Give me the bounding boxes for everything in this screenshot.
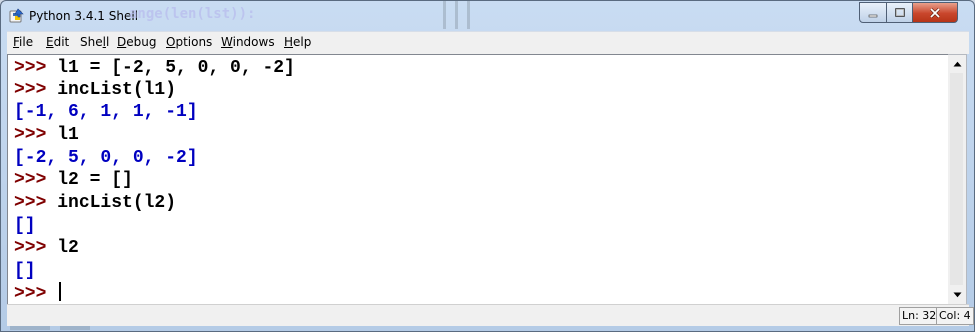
line-number-indicator: Ln: 32 [899, 307, 940, 325]
background-window-fragment [443, 1, 470, 29]
shell-text-area[interactable]: >>> l1 = [-2, 5, 0, 0, -2] >>> incList(l… [7, 54, 949, 305]
background-window-fragment [10, 326, 90, 330]
shell-output-line: [] [14, 261, 36, 281]
minimize-button[interactable] [859, 2, 887, 23]
shell-output-line: [-2, 5, 0, 0, -2] [14, 148, 198, 168]
close-icon [929, 7, 941, 18]
down-arrow-icon [953, 292, 961, 297]
prompt: >>> [14, 284, 58, 304]
status-bar: Ln: 32 Col: 4 [7, 304, 974, 326]
shell-line: >>> l2 = [] [14, 169, 133, 191]
shell-line: >>> incList(l2) [14, 192, 176, 214]
scrollbar-track[interactable] [950, 73, 963, 285]
text-cursor [59, 282, 62, 301]
menu-help[interactable]: Help [284, 35, 311, 49]
shell-line: >>> incList(l1) [14, 79, 176, 101]
command-text: l1 [57, 125, 79, 145]
shell-input-line[interactable]: >>> [14, 282, 62, 304]
prompt: >>> [14, 238, 58, 258]
minimize-icon [868, 14, 878, 17]
prompt: >>> [14, 170, 58, 190]
menu-edit[interactable]: Edit [46, 35, 69, 49]
command-text: incList(l1) [57, 80, 177, 100]
vertical-scrollbar[interactable] [948, 54, 967, 305]
scroll-down-button[interactable] [948, 286, 966, 303]
title-bar[interactable]: Python 3.4.1 Shell ange(len(lst)): [1, 1, 974, 31]
command-text: l1 = [-2, 5, 0, 0, -2] [57, 58, 295, 78]
scroll-up-button[interactable] [948, 55, 966, 72]
menu-bar: File Edit Shell Debug Options Windows He… [7, 31, 969, 54]
shell-output-line: [-1, 6, 1, 1, -1] [14, 102, 198, 122]
maximize-icon [894, 7, 905, 17]
maximize-button[interactable] [886, 2, 913, 23]
prompt: >>> [14, 193, 58, 213]
shell-line: >>> l1 = [-2, 5, 0, 0, -2] [14, 57, 295, 79]
column-number-indicator: Col: 4 [936, 307, 974, 325]
python-app-icon [9, 8, 24, 23]
menu-shell[interactable]: Shell [80, 35, 109, 49]
menu-debug[interactable]: Debug [117, 35, 156, 49]
shell-line: >>> l1 [14, 124, 79, 146]
menu-windows[interactable]: Windows [221, 35, 275, 49]
prompt: >>> [14, 80, 58, 100]
prompt: >>> [14, 58, 58, 78]
shell-line: >>> l2 [14, 237, 79, 259]
window-title: Python 3.4.1 Shell [29, 9, 139, 23]
background-window-text: ange(len(lst)): [129, 6, 256, 22]
up-arrow-icon [953, 61, 961, 66]
menu-file[interactable]: File [13, 35, 33, 49]
close-button[interactable] [912, 2, 958, 23]
command-text: l2 = [] [57, 170, 133, 190]
command-text: incList(l2) [57, 193, 177, 213]
shell-output-line: [] [14, 216, 36, 236]
prompt: >>> [14, 125, 58, 145]
command-text: l2 [57, 238, 79, 258]
python-shell-window: Python 3.4.1 Shell ange(len(lst)): File … [0, 0, 975, 332]
menu-options[interactable]: Options [166, 35, 212, 49]
